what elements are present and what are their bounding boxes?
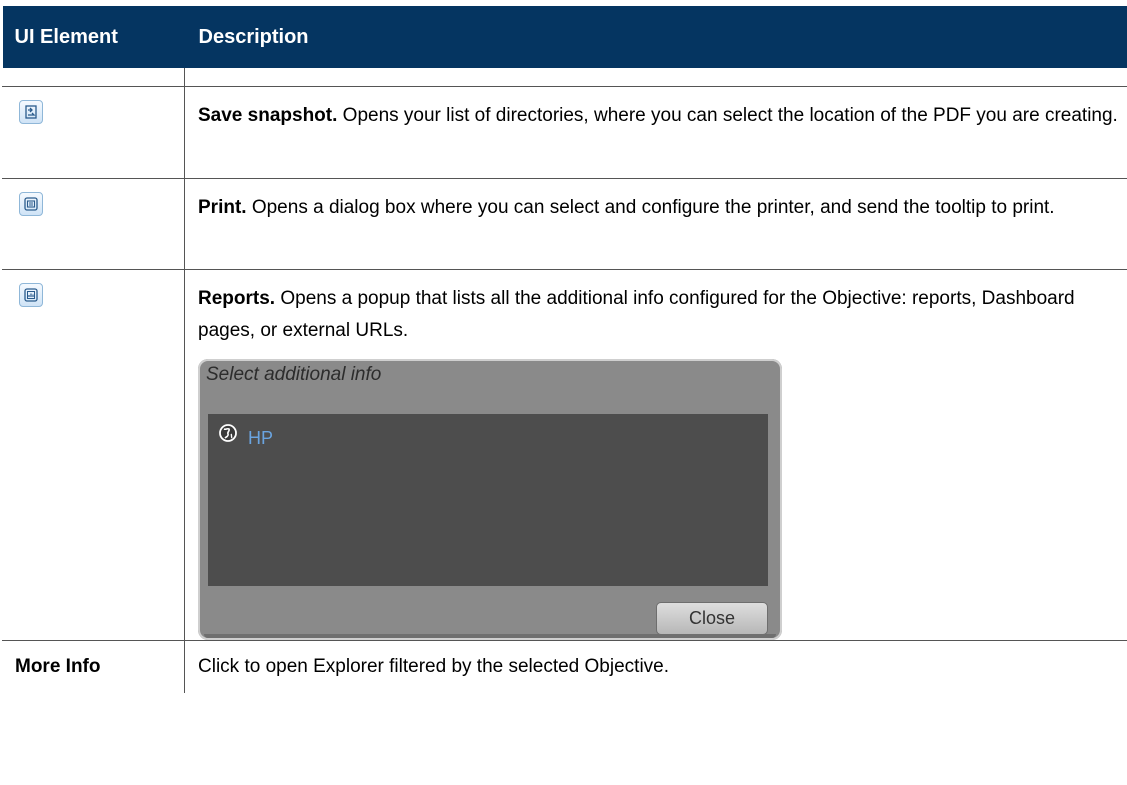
list-item-label[interactable]: HP	[248, 426, 273, 450]
close-button[interactable]: Close	[656, 602, 768, 635]
description-cell: Save snapshot. Opens your list of direct…	[184, 86, 1127, 179]
row-description: Opens a popup that lists all the additio…	[198, 288, 1075, 341]
table-row: More Info Click to open Explorer filtere…	[2, 640, 1127, 693]
col-header-description: Description	[184, 6, 1127, 68]
row-description: Click to open Explorer filtered by the s…	[198, 656, 670, 677]
col-header-ui-element: UI Element	[2, 6, 185, 68]
save-snapshot-icon	[19, 100, 43, 124]
popup-bottom-edge	[204, 634, 776, 638]
row-description: Opens your list of directories, where yo…	[337, 105, 1118, 126]
table-row: Print. Opens a dialog box where you can …	[2, 178, 1127, 270]
reports-icon	[19, 283, 43, 307]
list-item[interactable]: HP	[218, 422, 273, 454]
description-cell: Print. Opens a dialog box where you can …	[184, 178, 1127, 270]
table-row: Reports. Opens a popup that lists all th…	[2, 269, 1127, 641]
row-title: Print.	[198, 197, 247, 218]
row-description: Opens a dialog box where you can select …	[246, 197, 1055, 218]
row-title: Reports.	[198, 288, 276, 309]
description-cell: Click to open Explorer filtered by the s…	[184, 640, 1127, 693]
popup-title: Select additional info	[206, 364, 382, 385]
table-row	[2, 68, 1127, 87]
ui-element-table: UI Element Description Save snapshot. Op…	[2, 6, 1127, 693]
additional-info-popup: Select additional info HP Close	[198, 359, 782, 640]
ui-element-label: More Info	[15, 656, 101, 677]
print-icon	[19, 192, 43, 216]
globe-icon	[218, 422, 238, 454]
table-row: Save snapshot. Opens your list of direct…	[2, 86, 1127, 179]
description-cell: Reports. Opens a popup that lists all th…	[184, 269, 1127, 641]
table-header-row: UI Element Description	[2, 6, 1127, 68]
additional-info-list: HP	[208, 414, 768, 586]
row-title: Save snapshot.	[198, 105, 338, 126]
